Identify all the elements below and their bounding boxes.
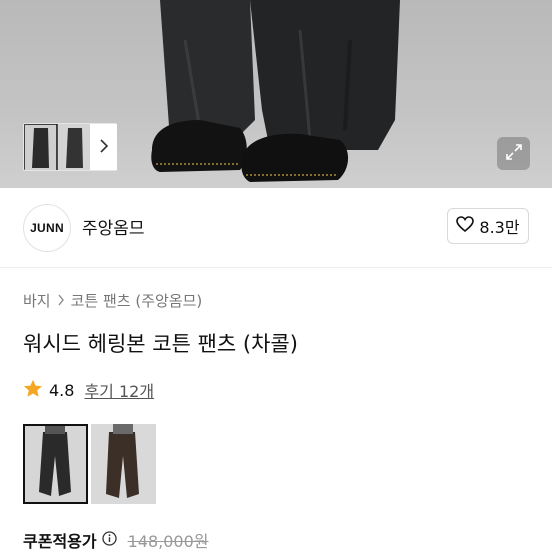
like-count: 8.3만 — [479, 218, 520, 237]
star-icon — [23, 379, 43, 402]
shop-name[interactable]: 주앙옴므 — [82, 214, 145, 239]
color-option-brown[interactable] — [91, 424, 156, 504]
color-option-charcoal[interactable] — [23, 424, 88, 504]
rating-score: 4.8 — [49, 380, 75, 400]
product-title: 워시드 헤링본 코튼 팬츠 (차콜) — [23, 332, 298, 356]
reviews-link[interactable]: 후기 12개 — [84, 378, 154, 402]
shop-logo-text: JUNN — [30, 221, 64, 235]
info-circle-icon[interactable] — [101, 530, 117, 550]
expand-image-button[interactable] — [497, 137, 530, 170]
expand-icon — [505, 143, 523, 165]
like-button[interactable]: 8.3만 — [447, 208, 529, 244]
chevron-right-icon — [57, 292, 65, 310]
coupon-price-label: 쿠폰적용가 — [23, 532, 97, 551]
option-image — [91, 424, 156, 504]
heart-outline-icon — [456, 216, 475, 236]
original-price: 148,000원 — [127, 532, 209, 551]
rating-row: 4.8 후기 12개 — [23, 378, 154, 402]
breadcrumb: 바지 코튼 팬츠 (주앙옴므) — [23, 290, 202, 311]
chevron-right-icon — [99, 138, 109, 157]
breadcrumb-item[interactable]: 코튼 팬츠 (주앙옴므) — [71, 290, 203, 311]
thumbnail-images — [24, 124, 91, 170]
thumbnail-next-button[interactable] — [90, 124, 117, 170]
shop-row: JUNN 주앙옴므 8.3만 — [0, 188, 552, 268]
price-row: 쿠폰적용가 148,000원 — [23, 528, 209, 552]
breadcrumb-item[interactable]: 바지 — [23, 290, 51, 311]
option-image — [25, 426, 86, 502]
shop-logo[interactable]: JUNN — [23, 204, 71, 252]
